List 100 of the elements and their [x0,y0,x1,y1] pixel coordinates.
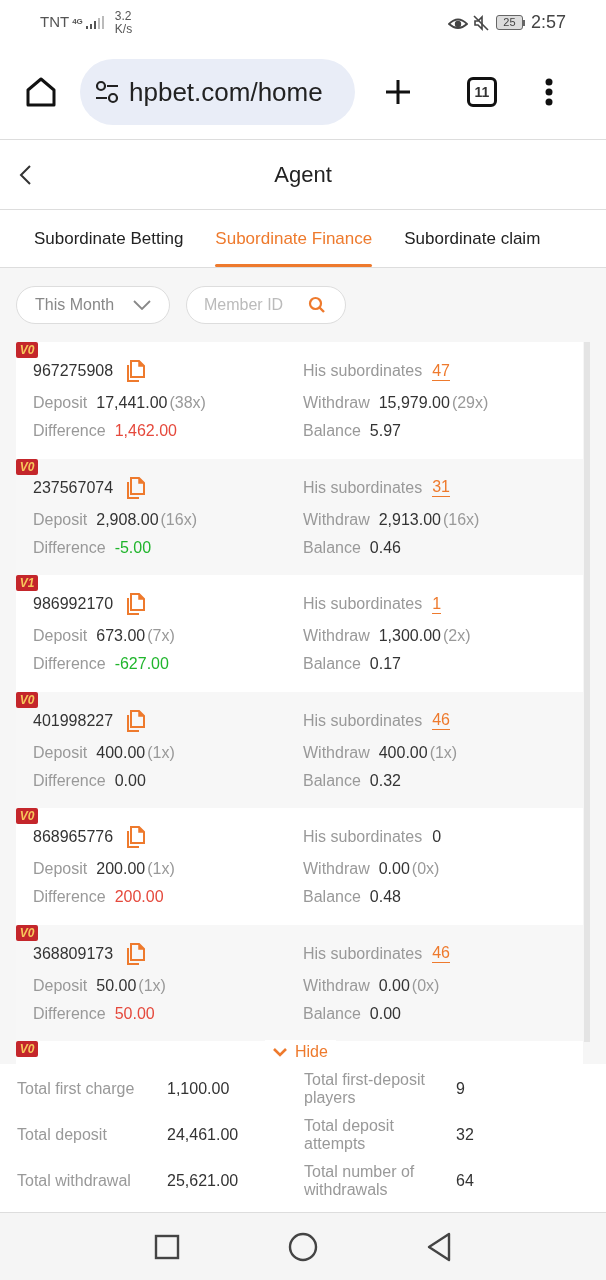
field-label: Difference [33,770,106,791]
url-text: hpbet.com/home [129,75,323,109]
battery-level: 25 [503,17,516,28]
copy-icon[interactable] [125,826,146,848]
menu-icon[interactable] [545,78,553,106]
field-label: Balance [303,654,361,674]
field-label: Deposit [33,859,88,879]
count-text: (0x) [411,859,440,879]
recent-apps-icon[interactable] [154,1233,180,1260]
field-value: 50.00 [96,975,137,996]
field-value: 2,908.00 [96,509,159,530]
member-id: 868965776 [33,827,114,847]
field-value: 0.48 [369,887,401,907]
field-label: Difference [33,1003,106,1024]
field-label: His subordinates [303,477,423,498]
tab[interactable]: Subordinate Betting [34,210,184,267]
count-text: (29x) [451,393,489,413]
field-value: 15,979.00 [378,393,450,413]
count-text: (16x) [160,509,197,530]
tab-count-button[interactable]: 11 [467,77,497,107]
copy-icon[interactable] [125,593,146,615]
vip-level-badge: V0 [16,808,38,824]
home-icon[interactable] [24,75,58,109]
chevron-down-icon [273,1047,287,1057]
tab[interactable]: Subordinate Finance [215,210,373,267]
count-text: (1x) [147,742,175,763]
field-label: Balance [303,887,361,907]
field-label: Balance [303,421,361,441]
page-title: Agent [273,161,333,189]
search-icon [308,296,326,314]
field-label: Withdraw [303,742,370,763]
field-label: Withdraw [303,859,370,879]
field-label: Deposit [33,742,88,763]
vip-level-badge: V1 [16,575,38,591]
summary-label: Total deposit [17,1125,108,1145]
summary-label: Total deposit attempts [304,1117,395,1153]
subordinates-link[interactable]: 46 [432,944,450,963]
summary-value: 9 [455,1079,466,1099]
field-label: Difference [33,654,106,674]
field-value: -5.00 [114,537,152,558]
field-value: 400.00 [378,742,428,763]
summary-value: 24,461.00 [167,1125,239,1145]
field-value: 5.97 [369,421,401,441]
field-label: Balance [303,1003,361,1024]
count-text: (7x) [147,626,175,646]
field-label: Withdraw [303,975,370,996]
field-label: His subordinates [303,361,423,381]
field-label: Withdraw [303,393,370,413]
field-label: Balance [303,770,361,791]
speed-unit: K/s [114,22,133,36]
member-id-field[interactable]: Member ID [186,286,346,324]
tab[interactable]: Subordinate claim [404,210,541,267]
field-value: 0.46 [369,537,401,558]
summary-value: 64 [455,1171,475,1191]
field-label: Deposit [33,509,88,530]
summary-label: Total number of withdrawals [304,1163,416,1199]
field-label: Difference [33,421,106,441]
home-icon[interactable] [288,1231,318,1262]
count-text: (1x) [429,742,458,763]
copy-icon[interactable] [125,942,146,965]
member-id: 401998227 [33,710,114,731]
subordinates-link[interactable]: 1 [432,594,442,614]
field-value: 17,441.00 [96,393,168,413]
copy-icon[interactable] [125,709,146,732]
new-tab-icon[interactable] [383,77,413,107]
summary-value: 32 [455,1125,475,1145]
field-value: 673.00 [96,626,146,646]
count-text: (38x) [169,393,206,413]
copy-icon[interactable] [125,360,146,382]
network-type: 4G [72,17,83,26]
subordinates-link[interactable]: 46 [432,711,450,730]
copy-icon[interactable] [125,476,146,499]
field-value: 200.00 [96,859,146,879]
count-text: (16x) [442,509,480,530]
summary-value: 25,621.00 [167,1171,239,1191]
field-value: 200.00 [114,887,164,907]
field-value: 0.00 [378,859,410,879]
chevron-down-icon [133,300,151,310]
summary-value: 1,100.00 [167,1079,230,1099]
field-label: Withdraw [303,626,370,646]
field-label: His subordinates [303,827,423,847]
field-value: 2,913.00 [378,509,441,530]
address-bar[interactable]: hpbet.com/home [80,59,355,125]
period-dropdown[interactable]: This Month [16,286,170,324]
field-value: 50.00 [114,1003,155,1024]
field-value: 0.00 [114,770,146,791]
field-label: His subordinates [303,710,423,731]
subordinates-link[interactable]: 31 [432,478,450,497]
summary-label: Total first-deposit players [304,1071,426,1107]
back-icon[interactable] [426,1231,452,1262]
field-label: Deposit [33,626,88,646]
back-icon[interactable] [18,163,32,186]
carrier-name: TNT [40,12,70,33]
subordinates-link[interactable]: 47 [432,361,450,381]
count-text: (1x) [138,975,166,996]
signal-icon [84,15,105,30]
field-value: 400.00 [96,742,146,763]
field-label: Deposit [33,393,88,413]
vip-level-badge: V0 [16,342,38,358]
count-text: (1x) [147,859,175,879]
